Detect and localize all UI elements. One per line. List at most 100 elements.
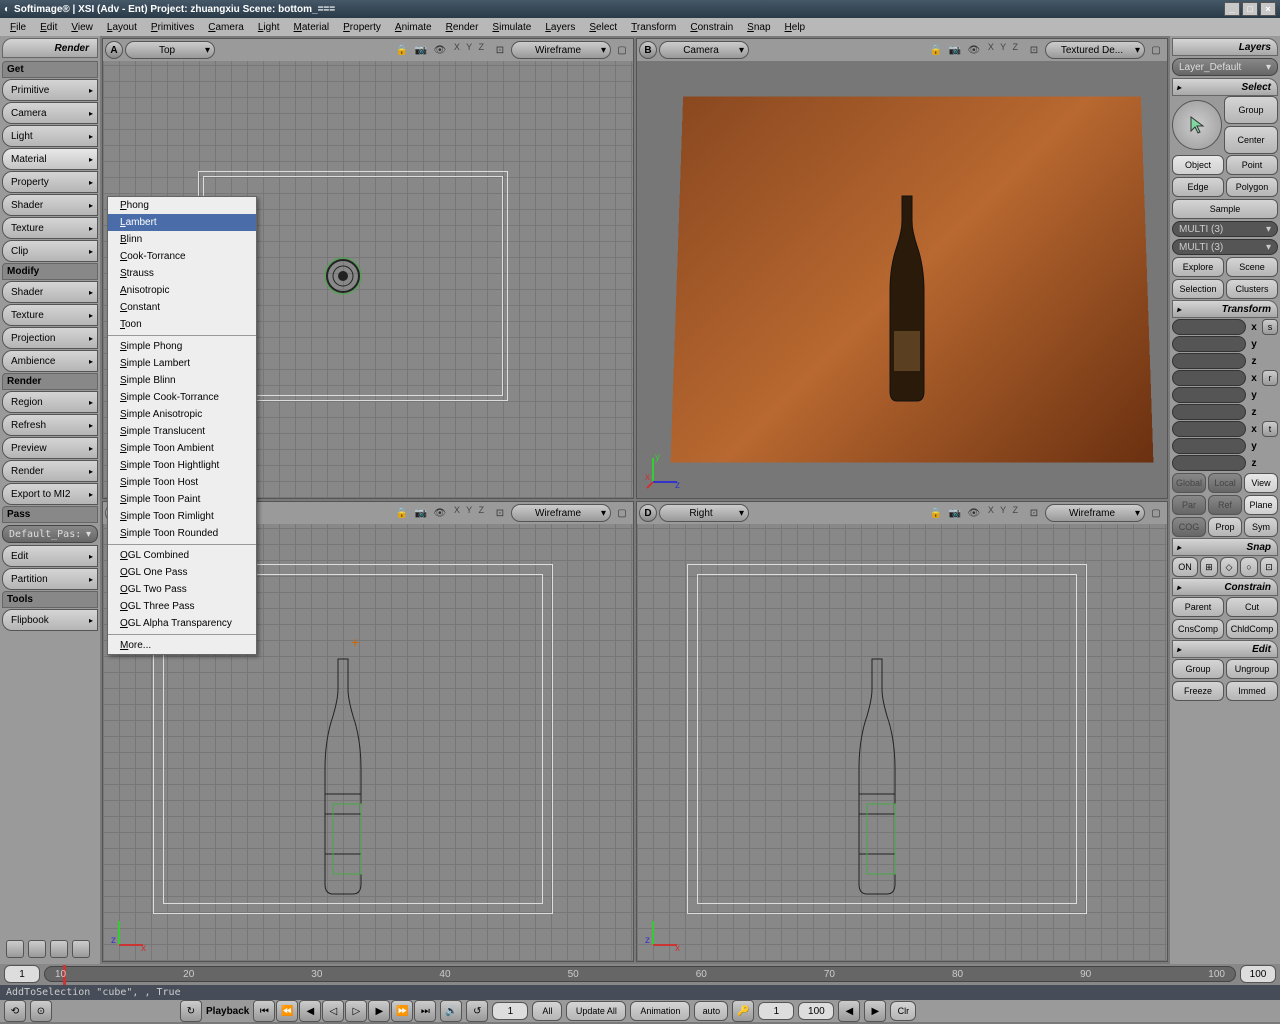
display-mode-selector[interactable]: Wireframe <box>511 41 611 59</box>
menu-help[interactable]: Help <box>779 20 812 35</box>
play-button[interactable]: ▷ <box>345 1000 367 1022</box>
snap-opt4[interactable]: ⊡ <box>1260 557 1278 577</box>
view-selector[interactable]: Top <box>125 41 215 59</box>
clusters-button[interactable]: Clusters <box>1226 279 1278 299</box>
mode-selector[interactable]: Render <box>2 38 98 58</box>
end-frame[interactable]: 100 <box>1240 965 1276 983</box>
expand-icon[interactable]: ▢ <box>613 505 631 521</box>
menu-property[interactable]: Property <box>337 20 387 35</box>
auto-button[interactable]: auto <box>694 1001 728 1021</box>
transform-s-x[interactable] <box>1172 319 1246 335</box>
partition-button[interactable]: Partition▸ <box>2 568 98 590</box>
point-button[interactable]: Point <box>1226 155 1278 175</box>
global-button[interactable]: Global <box>1172 473 1206 493</box>
prev-nav-icon[interactable]: ◀ <box>838 1000 860 1022</box>
camera-icon[interactable]: 📷 <box>412 42 430 58</box>
first-frame-button[interactable]: ⏮ <box>253 1000 275 1022</box>
edit-button[interactable]: Edit▸ <box>2 545 98 567</box>
group-button[interactable]: Group <box>1224 96 1278 124</box>
xyz-label[interactable]: X Y Z <box>988 505 1020 521</box>
menu-simulate[interactable]: Simulate <box>486 20 537 35</box>
plane-button[interactable]: Plane <box>1244 495 1278 515</box>
menu-edit[interactable]: Edit <box>34 20 63 35</box>
timeline[interactable]: 1 102030405060708090100 100 <box>0 964 1280 985</box>
camera-button[interactable]: Camera▸ <box>2 102 98 124</box>
mode-r-button[interactable]: r <box>1262 370 1278 386</box>
material-button[interactable]: Material▸ <box>2 148 98 170</box>
menu-item-lambert[interactable]: Lambert <box>108 214 256 231</box>
clr-button[interactable]: Clr <box>890 1001 916 1021</box>
camera-icon[interactable]: 📷 <box>946 505 964 521</box>
sample-button[interactable]: Sample <box>1172 199 1278 219</box>
prev-frame-button[interactable]: ◀ <box>299 1000 321 1022</box>
current-frame[interactable]: 1 <box>492 1002 528 1020</box>
flipbook-button[interactable]: Flipbook▸ <box>2 609 98 631</box>
menu-item-simple-toon-host[interactable]: Simple Toon Host <box>108 474 256 491</box>
menu-item-constant[interactable]: Constant <box>108 299 256 316</box>
menu-transform[interactable]: Transform <box>625 20 682 35</box>
projection-button[interactable]: Projection▸ <box>2 327 98 349</box>
menu-primitives[interactable]: Primitives <box>145 20 200 35</box>
eye-icon[interactable]: 👁 <box>965 42 983 58</box>
cursor-mode-icon[interactable] <box>1172 100 1222 150</box>
refresh-button[interactable]: Refresh▸ <box>2 414 98 436</box>
timeline-track[interactable]: 102030405060708090100 <box>44 966 1236 982</box>
shader-button[interactable]: Shader▸ <box>2 281 98 303</box>
tool-icon-2[interactable] <box>28 940 46 958</box>
display-mode-selector[interactable]: Textured De... <box>1045 41 1145 59</box>
display-mode-selector[interactable]: Wireframe <box>511 504 611 522</box>
edit-header[interactable]: ▸Edit <box>1172 640 1278 658</box>
loop-icon[interactable]: ⟲ <box>4 1000 26 1022</box>
menu-item-phong[interactable]: Phong <box>108 197 256 214</box>
last-frame-button[interactable]: ⏭ <box>414 1000 436 1022</box>
menu-item-simple-cook-torrance[interactable]: Simple Cook-Torrance <box>108 389 256 406</box>
region-button[interactable]: Region▸ <box>2 391 98 413</box>
view-button[interactable]: View <box>1244 473 1278 493</box>
menu-item-simple-anisotropic[interactable]: Simple Anisotropic <box>108 406 256 423</box>
menu-item-simple-phong[interactable]: Simple Phong <box>108 338 256 355</box>
lock-icon[interactable]: 🔒 <box>927 42 945 58</box>
preview-button[interactable]: Preview▸ <box>2 437 98 459</box>
texture-button[interactable]: Texture▸ <box>2 217 98 239</box>
menu-item-simple-toon-paint[interactable]: Simple Toon Paint <box>108 491 256 508</box>
eye-icon[interactable]: 👁 <box>965 505 983 521</box>
animation-button[interactable]: Animation <box>630 1001 690 1021</box>
menu-item-ogl-alpha-transparency[interactable]: OGL Alpha Transparency <box>108 615 256 632</box>
parent-button[interactable]: Parent <box>1172 597 1224 617</box>
immed-button[interactable]: Immed <box>1226 681 1278 701</box>
maximize-viewport-icon[interactable]: ⊡ <box>491 505 509 521</box>
layers-header[interactable]: Layers <box>1172 38 1278 56</box>
snap-header[interactable]: ▸Snap <box>1172 538 1278 556</box>
record-icon[interactable]: ⊙ <box>30 1000 52 1022</box>
close-button[interactable]: × <box>1260 2 1276 16</box>
cog-button[interactable]: COG <box>1172 517 1206 537</box>
viewport-canvas[interactable]: yzx <box>637 61 1167 498</box>
texture-button[interactable]: Texture▸ <box>2 304 98 326</box>
display-mode-selector[interactable]: Wireframe <box>1045 504 1145 522</box>
all-button[interactable]: All <box>532 1001 562 1021</box>
shader-button[interactable]: Shader▸ <box>2 194 98 216</box>
property-button[interactable]: Property▸ <box>2 171 98 193</box>
expand-icon[interactable]: ▢ <box>1147 505 1165 521</box>
menu-item-anisotropic[interactable]: Anisotropic <box>108 282 256 299</box>
select-header[interactable]: ▸Select <box>1172 78 1278 96</box>
menu-material[interactable]: Material <box>288 20 336 35</box>
pass-dropdown[interactable]: Default_Pas:▾ <box>2 525 98 543</box>
transform-t-z[interactable] <box>1172 455 1246 471</box>
menu-item-simple-blinn[interactable]: Simple Blinn <box>108 372 256 389</box>
view-selector[interactable]: Camera <box>659 41 749 59</box>
constrain-header[interactable]: ▸Constrain <box>1172 578 1278 596</box>
eye-icon[interactable]: 👁 <box>431 505 449 521</box>
render-button[interactable]: Render▸ <box>2 460 98 482</box>
viewport-canvas[interactable]: zx <box>637 524 1167 961</box>
tool-icon-1[interactable] <box>6 940 24 958</box>
transform-r-y[interactable] <box>1172 387 1246 403</box>
menu-file[interactable]: File <box>4 20 32 35</box>
loop-toggle-icon[interactable]: ↺ <box>466 1000 488 1022</box>
menu-camera[interactable]: Camera <box>202 20 250 35</box>
edge-button[interactable]: Edge <box>1172 177 1224 197</box>
menu-layout[interactable]: Layout <box>101 20 143 35</box>
prev-key-button[interactable]: ⏪ <box>276 1000 298 1022</box>
range-start[interactable]: 1 <box>758 1002 794 1020</box>
key-icon[interactable]: 🔑 <box>732 1000 754 1022</box>
